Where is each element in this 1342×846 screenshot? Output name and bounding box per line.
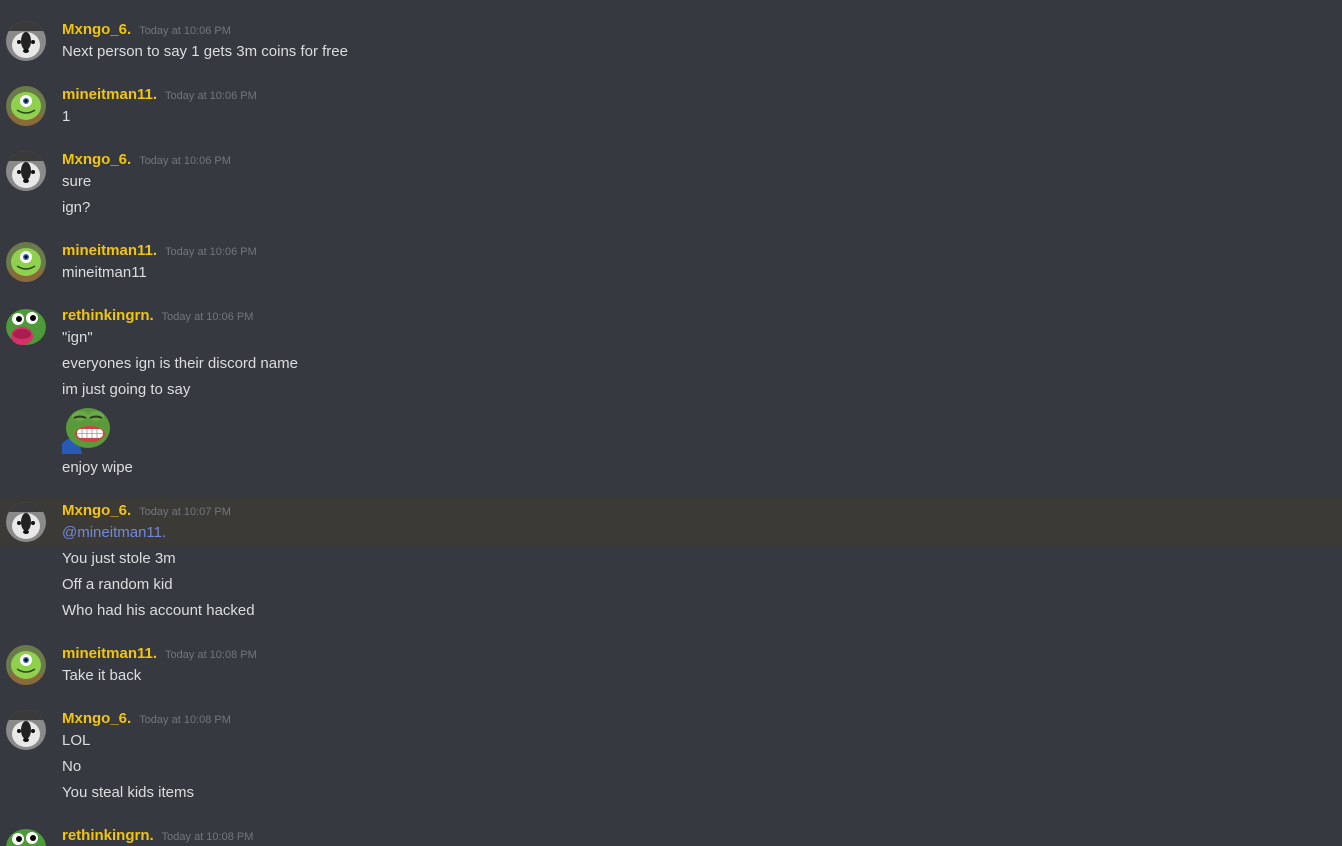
timestamp: Today at 10:06 PM (165, 246, 257, 258)
username[interactable]: Mxngo_6. (62, 502, 131, 519)
username[interactable]: rethinkingrn. (62, 307, 154, 324)
message-text: You just stole 3m (62, 550, 176, 567)
username[interactable]: mineitman11. (62, 86, 157, 103)
timestamp: Today at 10:06 PM (161, 311, 254, 323)
message-text: 1 (62, 108, 71, 125)
dog-avatar-icon[interactable] (6, 710, 46, 750)
message-text: enjoy wipe (62, 459, 133, 476)
timestamp: Today at 10:06 PM (139, 25, 231, 37)
message-text: @mineitman11. (62, 523, 166, 543)
timestamp: Today at 10:07 PM (139, 506, 231, 518)
message-header: Mxngo_6. Today at 10:07 PM (62, 502, 231, 522)
timestamp: Today at 10:06 PM (165, 90, 257, 102)
timestamp: Today at 10:08 PM (165, 649, 257, 661)
message-header: mineitman11. Today at 10:06 PM (62, 242, 257, 262)
green-creature-avatar-icon[interactable] (6, 645, 46, 685)
message-text: im just going to say (62, 381, 191, 398)
message-header: Mxngo_6. Today at 10:06 PM (62, 151, 231, 171)
chat-messages: Mxngo_6. Today at 10:06 PM Next person to… (0, 0, 1342, 846)
username[interactable]: mineitman11. (62, 242, 157, 259)
timestamp: Today at 10:08 PM (161, 831, 254, 843)
dog-avatar-icon[interactable] (6, 151, 46, 191)
message-header: Mxngo_6. Today at 10:08 PM (62, 710, 231, 730)
frog-avatar-icon[interactable] (6, 307, 46, 347)
timestamp: Today at 10:08 PM (139, 714, 231, 726)
green-creature-avatar-icon[interactable] (6, 86, 46, 126)
message-text: Next person to say 1 gets 3m coins for f… (62, 43, 348, 60)
message-text: No (62, 758, 82, 775)
message-header: Mxngo_6. Today at 10:06 PM (62, 21, 231, 41)
message-text: mineitman11 (62, 264, 147, 281)
username[interactable]: mineitman11. (62, 645, 157, 662)
message-text: everyones ign is their discord name (62, 355, 298, 372)
dog-avatar-icon[interactable] (6, 502, 46, 542)
message-header: mineitman11. Today at 10:08 PM (62, 645, 257, 665)
username[interactable]: Mxngo_6. (62, 151, 131, 168)
message-text: Take it back (62, 667, 142, 684)
message-header: mineitman11. Today at 10:06 PM (62, 86, 257, 106)
username[interactable]: Mxngo_6. (62, 710, 131, 727)
message-text: You steal kids items (62, 784, 195, 801)
username[interactable]: rethinkingrn. (62, 827, 154, 844)
laughing-pepe-emoji[interactable] (62, 406, 110, 454)
message-text: ign? (62, 199, 91, 216)
frog-avatar-icon[interactable] (6, 827, 46, 846)
green-creature-avatar-icon[interactable] (6, 242, 46, 282)
message-text: sure (62, 173, 92, 190)
dog-avatar-icon[interactable] (6, 21, 46, 61)
message-text: LOL (62, 732, 91, 749)
message-text: Off a random kid (62, 576, 173, 593)
timestamp: Today at 10:06 PM (139, 155, 231, 167)
message-header: rethinkingrn. Today at 10:06 PM (62, 307, 253, 327)
message-text: "ign" (62, 329, 93, 346)
user-mention[interactable]: @mineitman11. (62, 524, 166, 541)
username[interactable]: Mxngo_6. (62, 21, 131, 38)
message-text: Who had his account hacked (62, 602, 255, 619)
message-header: rethinkingrn. Today at 10:08 PM (62, 827, 253, 846)
